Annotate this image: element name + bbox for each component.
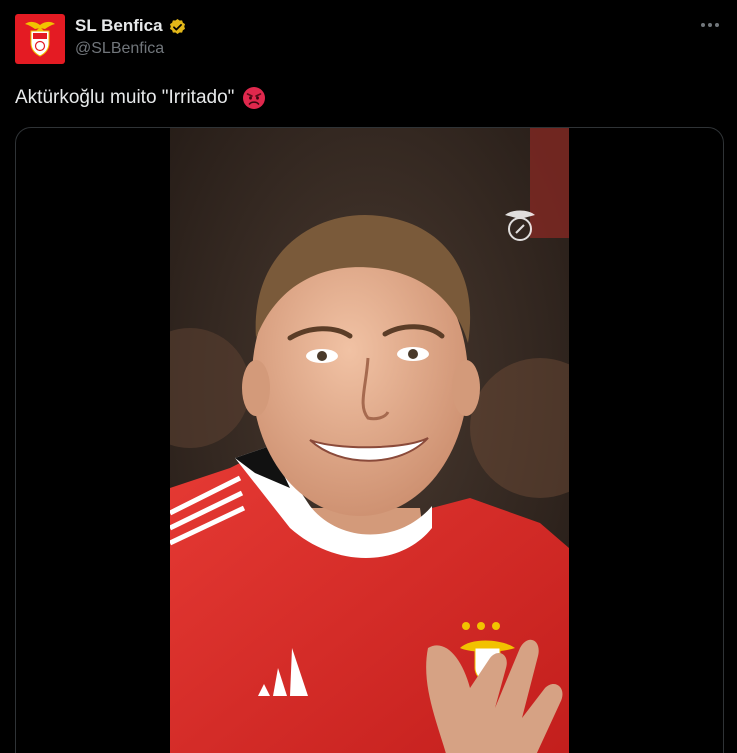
more-options-icon: [701, 23, 719, 27]
name-row: SL Benfica: [75, 14, 187, 38]
tweet-text-row: Aktürkoğlu muito "Irritado": [15, 86, 266, 110]
benfica-crest-logo: [25, 21, 55, 57]
author-avatar[interactable]: [15, 14, 65, 64]
video-player[interactable]: [170, 128, 569, 753]
gold-verified-icon: [169, 18, 185, 34]
author-info: SL Benfica @SLBenfica: [75, 14, 187, 58]
more-options-button[interactable]: [699, 15, 721, 35]
tweet: SL Benfica @SLBenfica Aktürkoğlu muito "…: [0, 0, 737, 753]
tweet-text: Aktürkoğlu muito "Irritado": [15, 87, 235, 108]
video-frame: [170, 128, 569, 753]
angry-face-emoji: [243, 87, 266, 109]
author-display-name[interactable]: SL Benfica: [75, 16, 163, 36]
media-container[interactable]: [15, 127, 724, 753]
author-handle[interactable]: @SLBenfica: [75, 40, 187, 58]
